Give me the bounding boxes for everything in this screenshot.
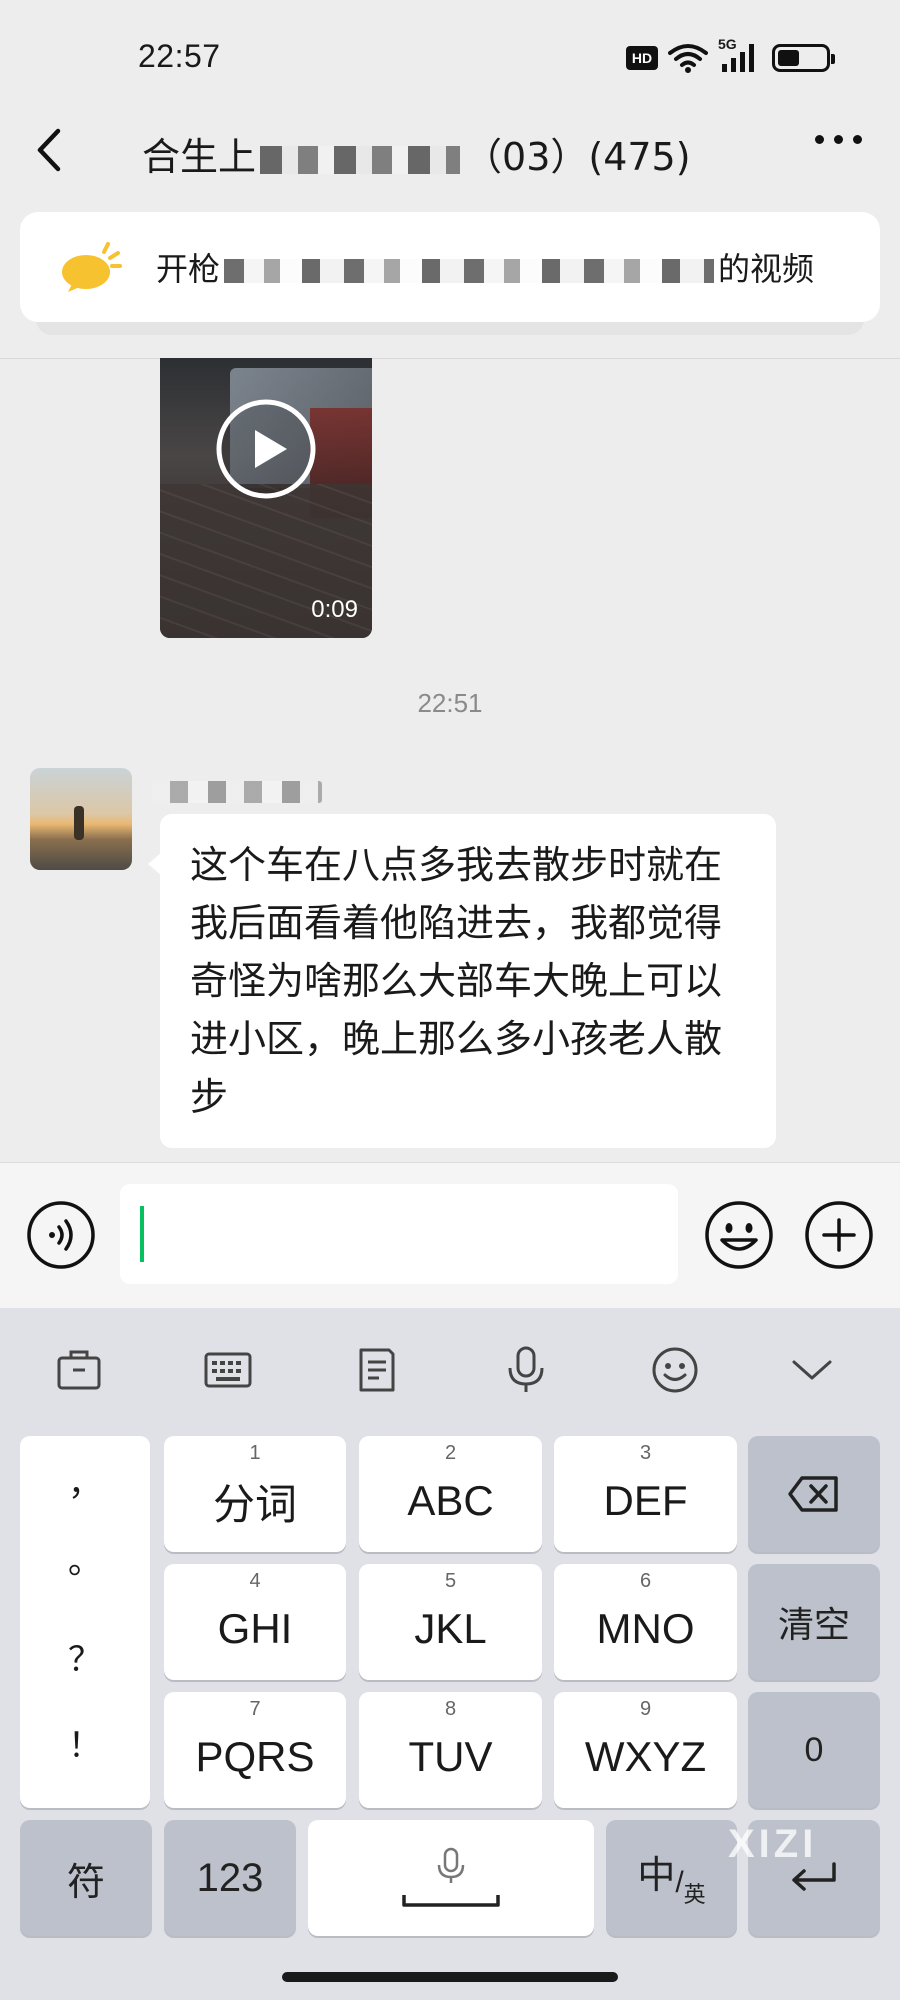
lang-main-label: 中 (637, 1854, 676, 1897)
avatar[interactable] (30, 768, 132, 870)
chat-screen: 22:57 HD 5G 合生上 （03）(475) 开枪 的视频 0:09 22… (0, 0, 900, 2000)
back-arrow-icon[interactable] (30, 125, 70, 175)
clear-key-label: 清空 (777, 1604, 850, 1645)
chat-title-suffix: （03）(475) (464, 135, 691, 179)
punctuation-column: ， 。 ？ ！ (20, 1436, 150, 1808)
clear-key[interactable]: 清空 (748, 1564, 880, 1680)
key-wxyz[interactable]: 9 WXYZ (554, 1692, 737, 1808)
key-label: JKL (414, 1605, 487, 1652)
cellular-signal-icon: 5G (718, 36, 762, 74)
home-indicator[interactable] (282, 1972, 618, 1982)
key-label: DEF (603, 1477, 688, 1524)
emoji-toolbar-icon[interactable] (647, 1342, 703, 1398)
emoji-icon[interactable] (704, 1200, 774, 1270)
key-label: MNO (596, 1605, 695, 1652)
key-number: 8 (444, 1698, 457, 1720)
toolbox-icon[interactable] (51, 1342, 107, 1398)
collapse-keyboard-chevron-icon[interactable] (784, 1342, 840, 1398)
live-notice-banner[interactable]: 开枪 的视频 (20, 212, 880, 322)
key-label: PQRS (195, 1733, 315, 1780)
key-abc[interactable]: 2 ABC (359, 1436, 542, 1552)
key-label: 分词 (212, 1480, 297, 1528)
key-number: 7 (249, 1698, 261, 1720)
space-mic-icon (402, 1847, 500, 1907)
key-label: WXYZ (584, 1733, 707, 1780)
key-ghi[interactable]: 4 GHI (164, 1564, 346, 1680)
key-mno[interactable]: 6 MNO (554, 1564, 737, 1680)
redacted-notice-segment (224, 259, 715, 283)
numeric-key[interactable]: 123 (164, 1820, 296, 1936)
punct-question-key[interactable]: ？ (20, 1632, 150, 1681)
key-tuv[interactable]: 8 TUV (359, 1692, 542, 1808)
more-functions-plus-icon[interactable] (804, 1200, 874, 1270)
status-time: 22:57 (138, 38, 221, 74)
message-text-input[interactable] (120, 1184, 678, 1284)
key-number: 9 (639, 1698, 652, 1720)
key-number: 3 (639, 1442, 652, 1464)
lang-slash: / (675, 1866, 684, 1899)
notice-suffix: 的视频 (718, 250, 815, 288)
notice-text: 开枪 的视频 (156, 244, 814, 290)
chat-title: 合生上 （03）(475) (142, 126, 691, 181)
language-switch-key[interactable]: 中 / 英 (606, 1820, 737, 1936)
notice-prefix: 开枪 (156, 250, 221, 288)
key-pqrs[interactable]: 7 PQRS (164, 1692, 346, 1808)
notice-bubble-icon (62, 242, 122, 292)
message-timestamp: 22:51 (417, 688, 483, 718)
watermark-logo: XIZI (728, 1822, 818, 1866)
zero-key[interactable]: 0 (748, 1692, 880, 1808)
microphone-icon[interactable] (498, 1342, 554, 1398)
backspace-key[interactable] (748, 1436, 880, 1552)
voice-input-icon[interactable] (26, 1200, 96, 1270)
keyboard-layout-icon[interactable] (200, 1342, 256, 1398)
battery-icon (772, 44, 835, 72)
avatar-figure-shape (74, 806, 84, 840)
punct-exclaim-key[interactable]: ！ (20, 1718, 150, 1767)
wifi-icon (668, 44, 708, 73)
status-icons: HD 5G (626, 36, 835, 74)
numeric-key-label: 123 (196, 1855, 264, 1900)
redacted-sender-name (152, 781, 322, 803)
video-duration: 0:09 (311, 596, 358, 623)
key-fenci[interactable]: 1 分词 (164, 1436, 346, 1552)
space-key[interactable] (308, 1820, 594, 1936)
message-bubble[interactable]: 这个车在八点多我去散步时就在我后面看着他陷进去，我都觉得奇怪为啥那么大部车大晚上… (160, 814, 776, 1148)
key-label: GHI (217, 1605, 293, 1652)
key-label: TUV (408, 1733, 493, 1780)
text-cursor (140, 1206, 144, 1262)
battery-level-fill (778, 50, 799, 66)
key-number: 1 (249, 1442, 261, 1464)
video-message-thumbnail[interactable]: 0:09 (160, 358, 372, 638)
sender-name (152, 772, 322, 812)
punct-comma-key[interactable]: ， (20, 1456, 150, 1505)
play-icon[interactable] (215, 398, 317, 500)
more-options-icon[interactable] (815, 135, 862, 144)
key-number: 5 (444, 1570, 457, 1592)
hd-badge: HD (626, 46, 658, 70)
key-number: 2 (444, 1442, 457, 1464)
key-label: ABC (407, 1477, 494, 1524)
lang-sub-label: 英 (683, 1882, 706, 1907)
zero-key-label: 0 (804, 1730, 824, 1769)
redacted-title-segment (260, 145, 461, 174)
symbol-key[interactable]: 符 (20, 1820, 152, 1936)
key-number: 4 (249, 1570, 261, 1592)
chat-title-prefix: 合生上 (142, 135, 257, 179)
clipboard-note-icon[interactable] (349, 1342, 405, 1398)
backspace-icon (788, 1476, 838, 1512)
header-divider (0, 358, 900, 359)
key-number: 6 (639, 1570, 652, 1592)
key-jkl[interactable]: 5 JKL (359, 1564, 542, 1680)
symbol-key-label: 符 (66, 1861, 105, 1904)
punct-period-key[interactable]: 。 (20, 1534, 150, 1583)
key-def[interactable]: 3 DEF (554, 1436, 737, 1552)
